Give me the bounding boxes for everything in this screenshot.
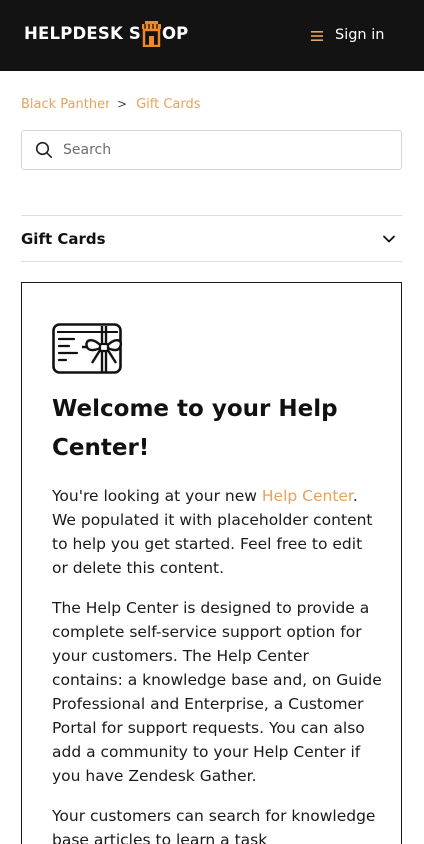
help-center-link[interactable]: Help Center <box>262 487 353 505</box>
breadcrumb: Black Panther > Gift Cards <box>21 94 201 114</box>
search-input[interactable] <box>63 142 383 158</box>
search-icon <box>35 141 53 159</box>
search-box[interactable] <box>21 130 402 170</box>
logo-text-right: OP <box>161 23 189 43</box>
breadcrumb-separator: > <box>117 97 128 111</box>
hamburger-menu-icon <box>311 31 323 41</box>
breadcrumb-item-home[interactable]: Black Panther <box>21 97 109 112</box>
article-paragraph-2: The Help Center is designed to provide a… <box>52 599 382 785</box>
breadcrumb-item-gift-cards[interactable]: Gift Cards <box>136 97 200 112</box>
article-paragraph-3: Your customers can search for knowledge … <box>52 807 376 844</box>
top-navigation-bar: HELPDESK S OP Sign in <box>0 0 424 71</box>
sign-in-link[interactable]: Sign in <box>335 25 384 45</box>
section-title: Gift Cards <box>21 229 106 248</box>
paragraph-1-text-before: You're looking at your new <box>52 487 262 505</box>
hamburger-menu-button[interactable] <box>305 24 329 48</box>
article-title: Welcome to your Help Center! <box>52 396 338 461</box>
gift-card-icon <box>52 323 122 374</box>
helpdesk-shop-logo[interactable]: HELPDESK S OP <box>24 16 188 52</box>
logo-text-left: HELPDESK S <box>24 23 141 43</box>
chevron-down-icon <box>383 235 395 242</box>
logo-shop-icon <box>141 21 161 47</box>
section-dropdown-gift-cards[interactable]: Gift Cards <box>21 215 402 262</box>
article-card: Welcome to your Help Center! You're look… <box>21 282 402 844</box>
article-paragraph-1: You're looking at your new Help Center. … <box>52 484 382 580</box>
